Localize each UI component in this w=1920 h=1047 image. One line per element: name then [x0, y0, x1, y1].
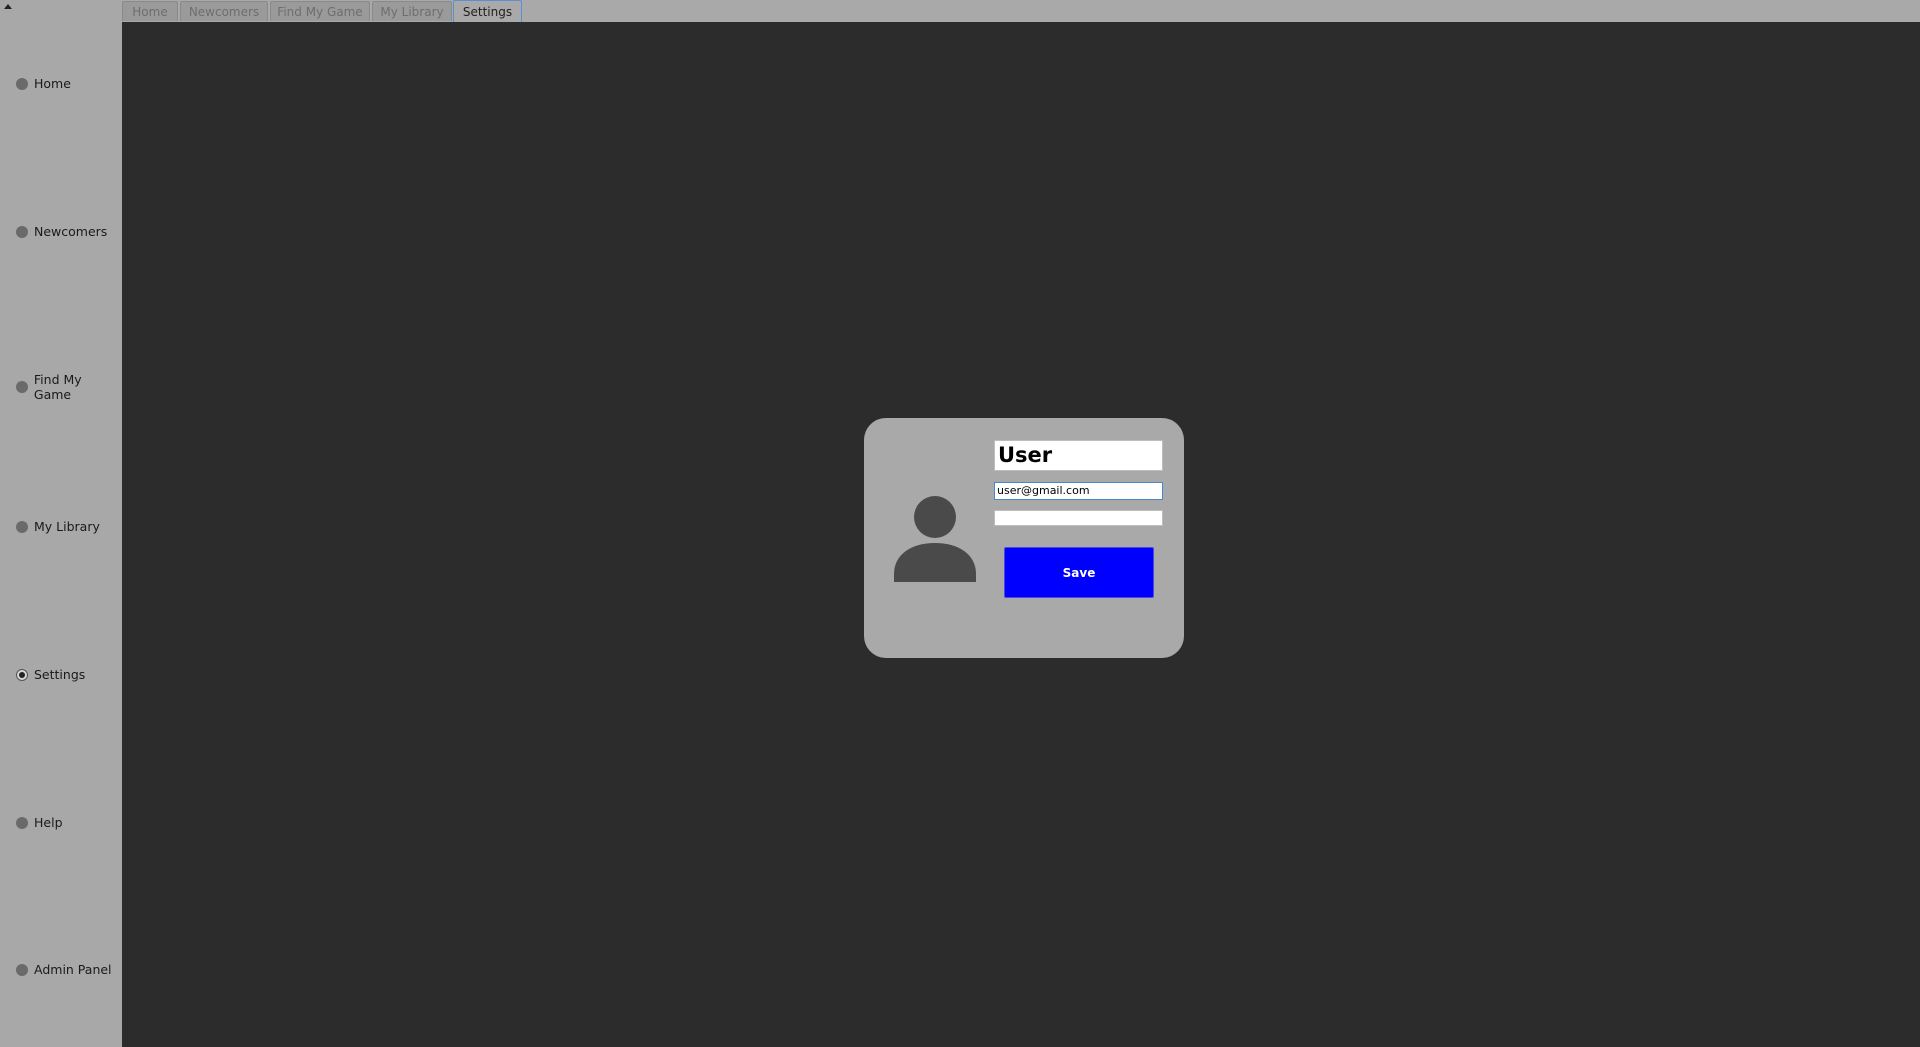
sidebar-item-label: Admin Panel — [34, 962, 112, 977]
tab-find-my-game[interactable]: Find My Game — [270, 1, 370, 21]
sidebar-item-newcomers[interactable]: Newcomers — [16, 224, 107, 239]
tab-my-library[interactable]: My Library — [372, 1, 452, 21]
sidebar-item-find-my-game[interactable]: Find My Game — [16, 372, 122, 402]
radio-checked-icon[interactable] — [16, 668, 28, 681]
sidebar-item-label: Home — [34, 76, 71, 91]
radio-icon[interactable] — [16, 77, 28, 90]
sidebar-item-label: Find My Game — [33, 372, 82, 402]
user-avatar-icon — [894, 496, 976, 582]
radio-icon[interactable] — [16, 225, 28, 238]
sidebar-item-label: Newcomers — [34, 224, 108, 239]
sidebar-item-label: Settings — [34, 667, 86, 682]
radio-icon[interactable] — [16, 381, 28, 393]
radio-icon[interactable] — [16, 816, 28, 829]
sidebar-item-my-library[interactable]: My Library — [16, 519, 100, 534]
sidebar-item-label: Help — [34, 815, 63, 830]
profile-card: User user@gmail.com Save — [864, 418, 1184, 658]
sidebar-item-label: My Library — [34, 519, 100, 534]
name-field[interactable]: User — [994, 440, 1163, 471]
tab-bar: Home Newcomers Find My Game My Library S… — [122, 0, 1920, 22]
radio-icon[interactable] — [16, 963, 28, 976]
sidebar: Home Newcomers Find My Game My Library S… — [0, 0, 123, 1047]
email-field[interactable]: user@gmail.com — [994, 482, 1163, 500]
save-button[interactable]: Save — [1004, 547, 1154, 598]
tab-newcomers[interactable]: Newcomers — [180, 1, 268, 21]
tab-home[interactable]: Home — [122, 1, 178, 21]
sidebar-item-admin-panel[interactable]: Admin Panel — [16, 962, 112, 977]
sidebar-item-home[interactable]: Home — [16, 76, 71, 91]
tab-settings[interactable]: Settings — [453, 0, 522, 22]
sidebar-item-help[interactable]: Help — [16, 815, 63, 830]
collapse-arrow-icon[interactable] — [4, 4, 12, 9]
password-field[interactable] — [994, 510, 1163, 526]
radio-icon[interactable] — [16, 520, 28, 533]
sidebar-item-settings[interactable]: Settings — [16, 667, 85, 682]
